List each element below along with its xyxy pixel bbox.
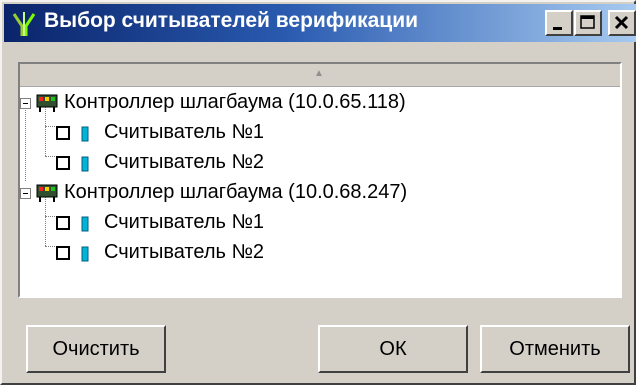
scroll-up-icon: ▲: [314, 68, 324, 79]
reader-label: Считыватель №2: [104, 241, 265, 263]
reader-icon: [80, 245, 90, 268]
tree-node-reader[interactable]: Считыватель №1: [20, 208, 620, 238]
reader-icon: [80, 215, 90, 238]
readers-tree[interactable]: ▲ Контроллер шлагбаума (10.0.65.118) Счи…: [18, 62, 622, 298]
maximize-icon: [580, 15, 595, 29]
clear-button[interactable]: Очистить: [26, 325, 166, 373]
minimize-icon: [553, 27, 562, 30]
controller-icon: [36, 92, 58, 120]
reader-label: Считыватель №2: [104, 151, 265, 173]
maximize-button[interactable]: [574, 10, 602, 36]
cancel-button[interactable]: Отменить: [480, 325, 630, 373]
tree-node-reader[interactable]: Считыватель №2: [20, 148, 620, 178]
controller-icon: [36, 182, 58, 210]
controller-label: Контроллер шлагбаума (10.0.65.118): [64, 91, 406, 113]
window-title: Выбор считывателей верификации: [44, 9, 419, 32]
minimize-button[interactable]: [545, 10, 573, 36]
title-bar[interactable]: Выбор считывателей верификации: [4, 4, 636, 42]
app-icon: [10, 10, 38, 38]
reader-checkbox[interactable]: [56, 216, 70, 230]
reader-icon: [80, 125, 90, 148]
tree-node-controller[interactable]: Контроллер шлагбаума (10.0.68.247): [20, 178, 620, 208]
collapse-toggle[interactable]: [20, 98, 31, 109]
reader-icon: [80, 155, 90, 178]
reader-checkbox[interactable]: [56, 246, 70, 260]
ok-button[interactable]: ОК: [318, 325, 468, 373]
scroll-up-button[interactable]: ▲: [20, 64, 620, 87]
controller-label: Контроллер шлагбаума (10.0.68.247): [64, 181, 408, 203]
tree-node-reader[interactable]: Считыватель №1: [20, 118, 620, 148]
close-button[interactable]: [608, 10, 636, 36]
reader-checkbox[interactable]: [56, 156, 70, 170]
reader-label: Считыватель №1: [104, 121, 265, 143]
collapse-toggle[interactable]: [20, 188, 31, 199]
tree-node-controller[interactable]: Контроллер шлагбаума (10.0.65.118): [20, 88, 620, 118]
dialog-window: Выбор считывателей верификации ▲ Контрол…: [0, 0, 636, 385]
close-icon: [614, 15, 629, 30]
tree-node-reader[interactable]: Считыватель №2: [20, 238, 620, 268]
reader-label: Считыватель №1: [104, 211, 265, 233]
reader-checkbox[interactable]: [56, 126, 70, 140]
